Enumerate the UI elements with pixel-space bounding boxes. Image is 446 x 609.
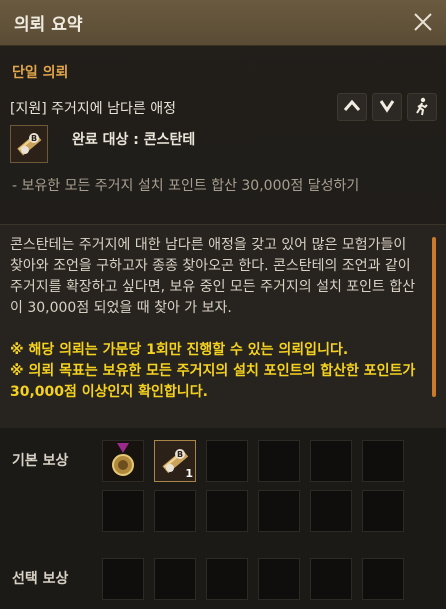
select-reward-slot-3[interactable] bbox=[206, 558, 248, 600]
section-title: 단일 의뢰 bbox=[12, 65, 69, 81]
collapse-button[interactable] bbox=[372, 93, 402, 121]
reward-area: 기본 보상 선택 보상 B 1 bbox=[0, 428, 446, 609]
expand-button[interactable] bbox=[337, 93, 367, 121]
navigate-button[interactable] bbox=[407, 93, 437, 121]
notice-once-per-family: ※ 해당 의뢰는 가문당 1회만 진행할 수 있는 의뢰입니다. bbox=[10, 342, 349, 358]
scrollbar[interactable] bbox=[432, 237, 436, 397]
select-reward-slot-2[interactable] bbox=[154, 558, 196, 600]
svg-text:B: B bbox=[31, 134, 37, 143]
reward-slot-4[interactable] bbox=[258, 440, 300, 482]
reward-slot-7[interactable] bbox=[102, 490, 144, 532]
medal-icon bbox=[103, 441, 143, 481]
reward-slot-10[interactable] bbox=[258, 490, 300, 532]
select-reward-label: 선택 보상 bbox=[12, 571, 69, 587]
select-reward-slot-1[interactable] bbox=[102, 558, 144, 600]
reward-slot-11[interactable] bbox=[310, 490, 352, 532]
quest-goal: - 보유한 모든 주거지 설치 포인트 합산 30,000점 달성하기 bbox=[12, 178, 360, 194]
select-reward-slot-4[interactable] bbox=[258, 558, 300, 600]
quest-summary-window: 의뢰 요약 단일 의뢰 [지원] 주거지에 남다른 애정 B 완료 대상: 콘… bbox=[0, 0, 446, 609]
reward-slot-1[interactable] bbox=[102, 440, 144, 482]
item-count: 1 bbox=[185, 467, 193, 480]
select-reward-slot-5[interactable] bbox=[310, 558, 352, 600]
description-body: 콘스탄테는 주거지에 대한 남다른 애정을 갖고 있어 많은 모험가들이 찾아와… bbox=[10, 237, 416, 316]
reward-slot-12[interactable] bbox=[362, 490, 404, 532]
reward-slot-5[interactable] bbox=[310, 440, 352, 482]
quest-scroll-icon: B bbox=[10, 125, 48, 163]
svg-text:B: B bbox=[177, 450, 183, 459]
close-icon[interactable] bbox=[412, 11, 434, 33]
window-title: 의뢰 요약 bbox=[14, 15, 83, 35]
select-reward-slot-6[interactable] bbox=[362, 558, 404, 600]
completion-target: 완료 대상 : 콘스탄테 bbox=[72, 132, 196, 148]
description-text: 콘스탄테는 주거지에 대한 남다른 애정을 갖고 있어 많은 모험가들이 찾아와… bbox=[10, 235, 420, 403]
basic-reward-label: 기본 보상 bbox=[12, 453, 69, 469]
reward-slot-2[interactable]: B 1 bbox=[154, 440, 196, 482]
chevron-down-icon bbox=[379, 100, 395, 113]
quest-name: [지원] 주거지에 남다른 애정 bbox=[10, 101, 176, 117]
chevron-up-icon bbox=[343, 99, 361, 111]
reward-slot-6[interactable] bbox=[362, 440, 404, 482]
walking-person-icon bbox=[416, 97, 428, 116]
reward-slot-9[interactable] bbox=[206, 490, 248, 532]
reward-slot-8[interactable] bbox=[154, 490, 196, 532]
reward-slot-3[interactable] bbox=[206, 440, 248, 482]
title-bar[interactable]: 의뢰 요약 bbox=[0, 0, 446, 46]
notice-goal-check: ※ 의뢰 목표는 보유한 모든 주거지의 설치 포인트의 합산한 포인트가 30… bbox=[10, 363, 416, 400]
description-panel[interactable]: 콘스탄테는 주거지에 대한 남다른 애정을 갖고 있어 많은 모험가들이 찾아와… bbox=[0, 224, 446, 430]
